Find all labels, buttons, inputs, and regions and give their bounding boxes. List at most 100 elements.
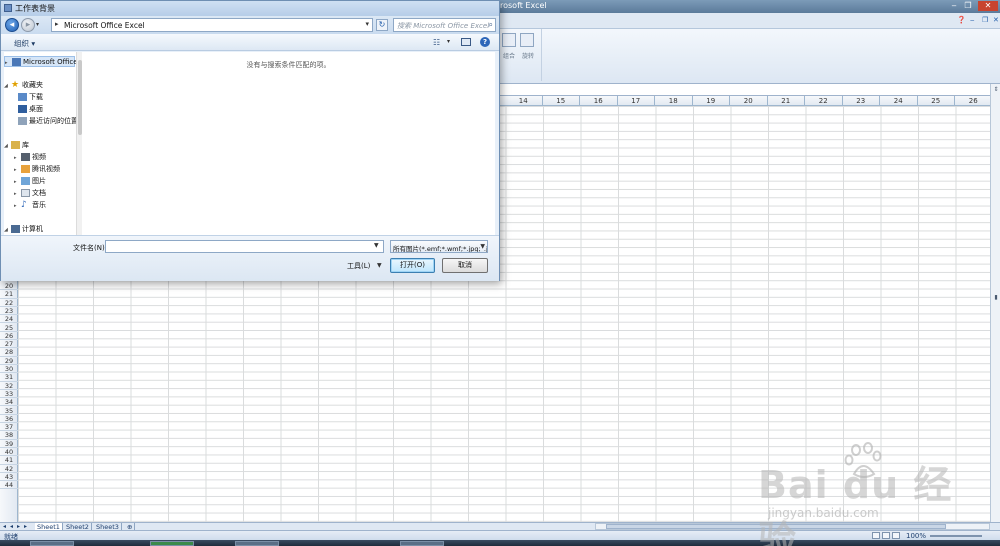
restore-icon[interactable]: ❐ bbox=[962, 1, 974, 11]
sidebar-item-desktop[interactable]: 桌面 bbox=[18, 104, 43, 115]
ribbon-close-icon[interactable]: ✕ bbox=[993, 16, 999, 24]
chevron-down-icon[interactable]: ▾ bbox=[365, 20, 369, 28]
rotate-icon[interactable] bbox=[520, 33, 534, 47]
column-header-cell[interactable]: 15 bbox=[543, 96, 580, 106]
row-header-cell[interactable]: 44 bbox=[0, 481, 18, 490]
chevron-down-icon[interactable]: ▼ bbox=[480, 243, 485, 250]
sidebar-item-label: 库 bbox=[22, 141, 29, 149]
sidebar-item-videos[interactable]: ▸ 视频 bbox=[14, 152, 46, 163]
column-header-cell[interactable]: 26 bbox=[955, 96, 993, 106]
group-icon[interactable] bbox=[502, 33, 516, 47]
column-header-cell[interactable]: 23 bbox=[843, 96, 880, 106]
change-view-icon[interactable]: ☷ bbox=[433, 38, 440, 47]
organize-menu[interactable]: 组织 ▾ bbox=[14, 38, 35, 49]
row-header-cell[interactable]: 20 bbox=[0, 282, 18, 291]
row-header-cell[interactable]: 35 bbox=[0, 407, 18, 415]
row-header-cell[interactable]: 28 bbox=[0, 348, 18, 357]
back-icon[interactable]: ◂ bbox=[5, 18, 19, 32]
column-header-cell[interactable]: 19 bbox=[693, 96, 730, 106]
taskbar-item[interactable] bbox=[400, 541, 444, 546]
row-header-cell[interactable]: 24 bbox=[0, 315, 18, 324]
column-header-cell[interactable]: 24 bbox=[880, 96, 918, 106]
taskbar-item[interactable] bbox=[150, 541, 194, 546]
row-header-cell[interactable]: 26 bbox=[0, 332, 18, 341]
row-header-cell[interactable]: 43 bbox=[0, 473, 18, 482]
search-input[interactable]: 搜索 Microsoft Office Excel ⌕ bbox=[393, 18, 496, 32]
sidebar-item-favorites[interactable]: ◢ ★ 收藏夹 bbox=[4, 80, 43, 91]
refresh-icon[interactable]: ↻ bbox=[376, 19, 388, 31]
expand-icon[interactable]: ▸ bbox=[14, 153, 21, 164]
expand-icon[interactable]: ▸ bbox=[14, 189, 21, 200]
row-header-cell[interactable]: 38 bbox=[0, 431, 18, 440]
sidebar-item-music[interactable]: ▸ ♪ 音乐 bbox=[14, 200, 46, 211]
row-header-cell[interactable]: 22 bbox=[0, 299, 18, 307]
row-header-cell[interactable]: 25 bbox=[0, 324, 18, 332]
minimize-icon[interactable]: ‒ bbox=[948, 1, 960, 11]
column-header-cell[interactable]: 14 bbox=[505, 96, 543, 106]
forward-icon[interactable]: ▸ bbox=[21, 18, 35, 32]
taskbar-item[interactable] bbox=[235, 541, 279, 546]
help-icon[interactable]: ❓ bbox=[957, 16, 966, 24]
row-header-cell[interactable]: 30 bbox=[0, 365, 18, 374]
ribbon-minimize-icon[interactable]: ‒ bbox=[970, 16, 974, 24]
column-header-cell[interactable]: 22 bbox=[805, 96, 843, 106]
sidebar-item-downloads[interactable]: 下载 bbox=[18, 92, 43, 103]
row-header-cell[interactable]: 33 bbox=[0, 390, 18, 399]
view-options-dropdown-icon[interactable]: ▾ bbox=[447, 38, 450, 45]
collapse-icon[interactable]: ◢ bbox=[4, 141, 11, 152]
sidebar-item-pictures[interactable]: ▸ 图片 bbox=[14, 176, 46, 187]
scroll-thumb[interactable]: ▮ bbox=[992, 294, 1000, 302]
expand-icon[interactable]: ▸ bbox=[14, 165, 21, 176]
close-icon[interactable]: ✕ bbox=[978, 1, 998, 11]
column-header-cell[interactable]: 18 bbox=[655, 96, 693, 106]
tools-menu[interactable]: 工具(L) bbox=[347, 261, 370, 271]
chevron-right-icon[interactable]: ▸ bbox=[55, 20, 59, 28]
path-breadcrumb[interactable]: ▸ Microsoft Office Excel ▾ bbox=[51, 18, 373, 32]
filename-field[interactable] bbox=[105, 240, 384, 253]
expand-icon[interactable]: ▸ bbox=[14, 177, 21, 188]
sidebar-item-recent[interactable]: 最近访问的位置 bbox=[18, 116, 78, 127]
breadcrumb-location[interactable]: Microsoft Office Excel bbox=[64, 21, 145, 30]
row-header-cell[interactable]: 40 bbox=[0, 448, 18, 457]
taskbar-item[interactable] bbox=[30, 541, 74, 546]
column-header-cell[interactable]: 25 bbox=[918, 96, 955, 106]
preview-pane-icon[interactable] bbox=[461, 38, 471, 46]
column-header-cell[interactable]: 16 bbox=[580, 96, 618, 106]
row-header-cell[interactable]: 34 bbox=[0, 398, 18, 407]
sidebar-item-tencent-video[interactable]: ▸ 腾讯视频 bbox=[14, 164, 60, 175]
row-header-cell[interactable]: 39 bbox=[0, 440, 18, 448]
split-icon[interactable]: ⇕ bbox=[992, 86, 1000, 94]
column-header-cell[interactable]: 21 bbox=[768, 96, 805, 106]
search-icon[interactable]: ⌕ bbox=[489, 20, 493, 30]
column-header-cell[interactable]: 17 bbox=[618, 96, 655, 106]
sidebar-item-libraries[interactable]: ◢ 库 bbox=[4, 140, 29, 151]
ribbon-restore-icon[interactable]: ❐ bbox=[982, 16, 988, 24]
row-header-cell[interactable]: 21 bbox=[0, 290, 18, 299]
file-list[interactable]: 没有与搜索条件匹配的项。 bbox=[82, 52, 495, 235]
row-header-cell[interactable]: 32 bbox=[0, 382, 18, 390]
tools-dropdown-icon[interactable]: ▼ bbox=[377, 262, 382, 269]
column-header-cell[interactable]: 20 bbox=[730, 96, 768, 106]
row-header-cell[interactable]: 37 bbox=[0, 423, 18, 432]
row-header-cell[interactable]: 41 bbox=[0, 456, 18, 465]
file-type-select[interactable]: 所有图片(*.emf;*.wmf;*.jpg;*.j ▼ bbox=[390, 240, 488, 253]
help-icon[interactable]: ? bbox=[480, 37, 490, 47]
row-header-cell[interactable]: 29 bbox=[0, 357, 18, 365]
row-header-cell[interactable]: 42 bbox=[0, 465, 18, 473]
cancel-button[interactable]: 取消 bbox=[442, 258, 488, 273]
collapse-icon[interactable]: ◢ bbox=[4, 81, 11, 92]
sidebar-item-computer[interactable]: ◢ 计算机 bbox=[4, 224, 43, 235]
expand-icon[interactable]: ▸ bbox=[5, 58, 12, 69]
open-button[interactable]: 打开(O) bbox=[390, 258, 435, 273]
history-dropdown-icon[interactable]: ▾ bbox=[36, 21, 39, 28]
expand-icon[interactable]: ▸ bbox=[14, 201, 21, 212]
filename-history-icon[interactable]: ▼ bbox=[374, 242, 379, 249]
row-header-cell[interactable]: 36 bbox=[0, 415, 18, 424]
row-header-cell[interactable]: 31 bbox=[0, 373, 18, 382]
vertical-scrollbar[interactable]: ⇕ ▮ bbox=[990, 84, 1000, 522]
row-header-cell[interactable]: 27 bbox=[0, 340, 18, 349]
recent-places-icon bbox=[18, 117, 27, 125]
sidebar-item-microsoft-office[interactable]: ▸ Microsoft Office bbox=[4, 56, 78, 69]
sidebar-item-documents[interactable]: ▸ 文档 bbox=[14, 188, 46, 199]
row-header-cell[interactable]: 23 bbox=[0, 307, 18, 316]
